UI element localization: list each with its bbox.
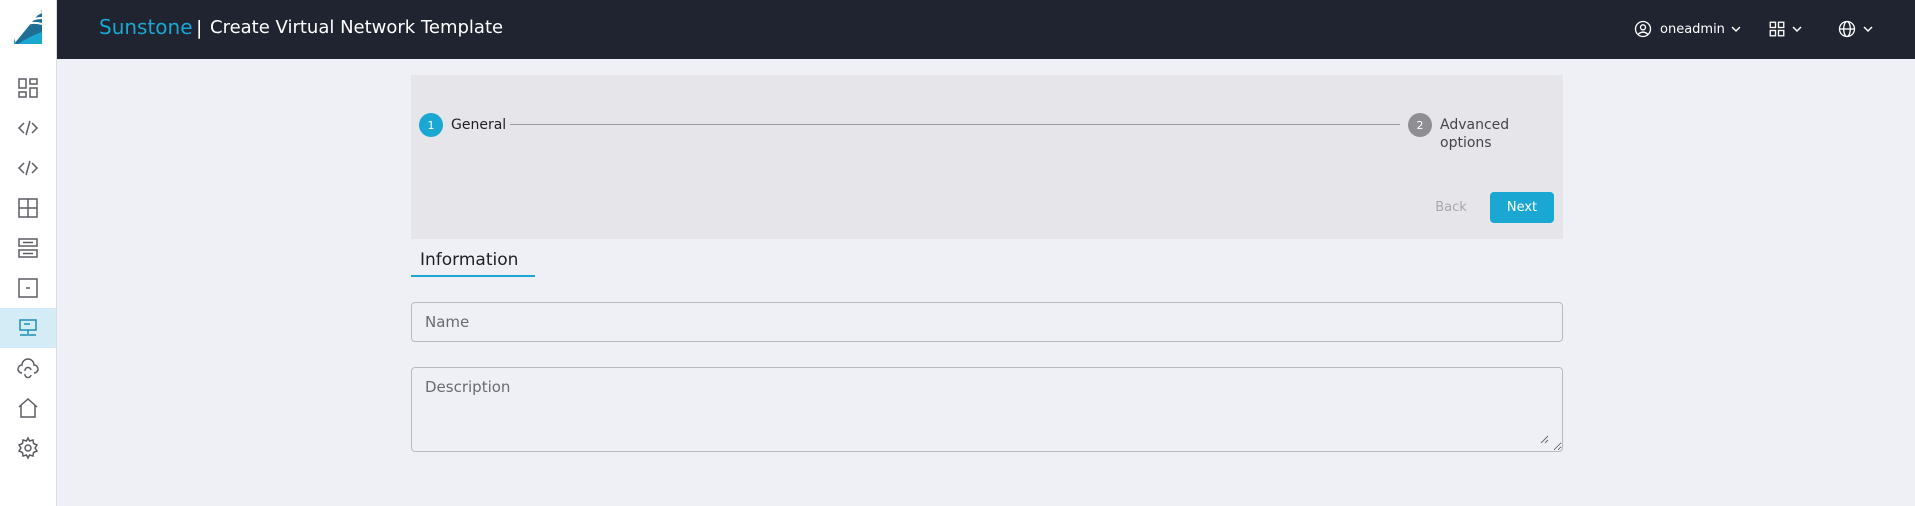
apps-menu-button[interactable]: [1768, 14, 1803, 44]
name-input[interactable]: [411, 302, 1563, 342]
step-connector: [510, 124, 1400, 125]
sidebar-item-infrastructure[interactable]: [0, 388, 56, 428]
sidebar-item-dashboard[interactable]: [0, 68, 56, 108]
tab-indicator: [411, 275, 535, 277]
gear-icon: [17, 436, 39, 460]
sidebar-item-archive[interactable]: [0, 268, 56, 308]
chevron-down-icon: [1863, 26, 1873, 33]
dashboard-icon: [18, 78, 38, 98]
network-icon: [19, 319, 37, 336]
page-title: Create Virtual Network Template: [210, 17, 504, 38]
storage-icon: [18, 238, 38, 258]
sidebar-item-settings[interactable]: [0, 428, 56, 468]
home-icon: [18, 397, 38, 418]
sidebar-item-templates[interactable]: [0, 108, 56, 148]
step-1-label: General: [451, 117, 507, 133]
user-menu-button[interactable]: oneadmin: [1633, 14, 1742, 44]
user-circle-icon: [1634, 20, 1652, 38]
cloud-sync-icon: [17, 358, 39, 379]
tab-information[interactable]: Information: [411, 242, 535, 277]
back-button[interactable]: Back: [1421, 192, 1481, 222]
step-1-number: 1: [419, 113, 443, 137]
globe-icon: [1838, 20, 1856, 38]
step-2-label: Advanced options: [1440, 117, 1510, 151]
sidebar: [0, 0, 57, 506]
resize-grip-icon[interactable]: [1539, 434, 1549, 444]
title-separator: |: [196, 17, 203, 39]
grid-icon: [18, 198, 38, 218]
language-menu-button[interactable]: [1837, 14, 1874, 44]
username-label: oneadmin: [1660, 21, 1725, 37]
chevron-down-icon: [1792, 26, 1802, 33]
opennebula-logo-icon[interactable]: [10, 6, 46, 46]
apps-grid-icon: [1769, 21, 1785, 37]
archive-icon: [18, 278, 38, 298]
sidebar-item-instances[interactable]: [0, 148, 56, 188]
sidebar-item-storage[interactable]: [0, 228, 56, 268]
sidebar-item-cloud[interactable]: [0, 348, 56, 388]
code-icon: [17, 160, 39, 176]
description-input[interactable]: [411, 367, 1563, 452]
code-icon: [17, 120, 39, 136]
next-button[interactable]: Next: [1490, 192, 1554, 223]
stepper: 1 General 2 Advanced options Back Next: [411, 75, 1563, 239]
chevron-down-icon: [1731, 26, 1741, 33]
sidebar-item-grid[interactable]: [0, 188, 56, 228]
brand-name[interactable]: Sunstone: [99, 15, 193, 39]
top-header: Sunstone | Create Virtual Network Templa…: [57, 0, 1915, 59]
app: Sunstone | Create Virtual Network Templa…: [0, 0, 1915, 506]
sidebar-item-network[interactable]: [0, 308, 56, 348]
step-2-number: 2: [1408, 113, 1432, 137]
